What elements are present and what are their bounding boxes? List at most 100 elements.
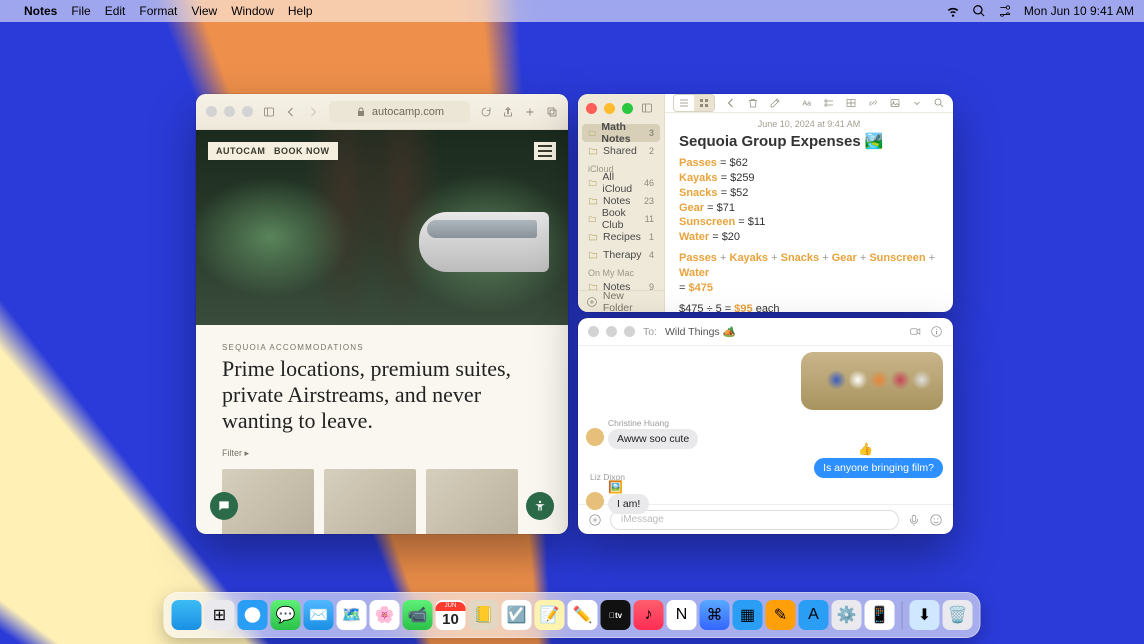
thumb-image[interactable] [426,469,518,534]
dock-maps[interactable]: 🗺️ [337,600,367,630]
back-icon[interactable] [285,106,297,118]
media-icon[interactable] [889,97,901,109]
close-button[interactable] [586,103,597,114]
expense-line[interactable]: Sunscreen = $11 [679,215,939,230]
menu-edit[interactable]: Edit [105,4,126,18]
expense-line[interactable]: Passes = $62 [679,156,939,171]
message-thread[interactable]: Christine Huang Awww soo cute 👍 Is anyon… [578,346,953,504]
zoom-button[interactable] [624,326,635,337]
facetime-icon[interactable] [909,325,922,338]
menu-file[interactable]: File [71,4,90,18]
dock-notes[interactable]: 📝 [535,600,565,630]
dock-tv[interactable]: tv [601,600,631,630]
avatar[interactable] [586,428,604,446]
dock-freeform[interactable]: ✏️ [568,600,598,630]
note-title[interactable]: Sequoia Group Expenses 🏞️ [679,132,939,150]
more-icon[interactable] [911,97,923,109]
close-button[interactable] [206,106,217,117]
dock-appstore[interactable]: A [799,600,829,630]
hamburger-menu[interactable] [534,142,556,160]
folder-row[interactable]: Math Notes3 [582,124,660,142]
thumb-image[interactable] [324,469,416,534]
tapback-thumbs-up[interactable]: 👍 [858,442,873,456]
search-icon[interactable] [972,4,986,18]
folder-row[interactable]: Recipes1 [582,228,660,246]
dock-music[interactable]: ♪ [634,600,664,630]
per-head[interactable]: $475 ÷ 5 = $95 each [679,302,939,312]
zoom-button[interactable] [622,103,633,114]
share-icon[interactable] [502,106,514,118]
dock-contacts[interactable]: 📒 [469,600,499,630]
dock-reminders[interactable]: ☑️ [502,600,532,630]
expense-line[interactable]: Gear = $71 [679,201,939,216]
dock-settings[interactable]: ⚙️ [832,600,862,630]
wifi-icon[interactable] [946,4,960,18]
format-icon[interactable]: Aa [801,97,813,109]
folder-row[interactable]: Notes9 [582,278,660,290]
message-bubble[interactable]: Is anyone bringing film? [814,458,943,478]
dock-pages[interactable]: ✎ [766,600,796,630]
folder-row[interactable]: All iCloud46 [582,174,660,192]
dock-news[interactable]: N [667,600,697,630]
dock-iphone[interactable]: 📱 [865,600,895,630]
book-now-button[interactable]: BOOK NOW [266,142,338,160]
menubar-clock[interactable]: Mon Jun 10 9:41 AM [1024,4,1134,18]
dock-trash[interactable]: 🗑️ [943,600,973,630]
avatar[interactable] [586,492,604,510]
dock-facetime[interactable]: 📹 [403,600,433,630]
view-list-icon[interactable] [674,95,694,111]
to-value[interactable]: Wild Things 🏕️ [665,325,736,338]
expense-line[interactable]: Kayaks = $259 [679,171,939,186]
control-center-icon[interactable] [998,4,1012,18]
folder-row[interactable]: Book Club11 [582,210,660,228]
photo-attachment[interactable] [801,352,943,410]
forward-icon[interactable] [307,106,319,118]
sticker[interactable]: 🖼️ [608,480,624,492]
view-grid-icon[interactable] [694,95,714,111]
reload-icon[interactable] [480,106,492,118]
link-icon[interactable] [867,97,879,109]
menu-format[interactable]: Format [139,4,177,18]
message-bubble[interactable]: I am! [608,494,649,514]
dock-launchpad[interactable]: ⊞ [205,600,235,630]
table-icon[interactable] [845,97,857,109]
dock-photos[interactable]: 🌸 [370,600,400,630]
dock-messages[interactable]: 💬 [271,600,301,630]
message-bubble[interactable]: Awww soo cute [608,429,698,449]
emoji-icon[interactable] [929,513,943,527]
accessibility-fab[interactable] [526,492,554,520]
dock-calendar[interactable]: JUN10 [436,600,466,630]
filter-link[interactable]: Filter ▸ [222,448,542,459]
dictate-icon[interactable] [907,513,921,527]
sum-expression[interactable]: Passes + Kayaks + Snacks + Gear + Sunscr… [679,251,939,281]
search-icon[interactable] [933,97,945,109]
minimize-button[interactable] [606,326,617,337]
dock-keynote[interactable]: ▦ [733,600,763,630]
menubar-app-name[interactable]: Notes [24,4,57,18]
minimize-button[interactable] [224,106,235,117]
dock-safari[interactable] [238,600,268,630]
chat-fab[interactable] [210,492,238,520]
sum-total[interactable]: = $475 [679,281,939,296]
folder-row[interactable]: Therapy4 [582,246,660,264]
dock-downloads[interactable]: ⬇︎ [910,600,940,630]
sidebar-toggle-icon[interactable] [641,102,653,114]
tabs-icon[interactable] [546,106,558,118]
close-button[interactable] [588,326,599,337]
expense-line[interactable]: Water = $20 [679,230,939,245]
compose-input[interactable]: iMessage [610,510,899,530]
new-tab-icon[interactable] [524,106,536,118]
menu-view[interactable]: View [191,4,217,18]
menu-help[interactable]: Help [288,4,313,18]
new-folder-button[interactable]: New Folder [578,290,664,312]
compose-icon[interactable] [769,97,781,109]
zoom-button[interactable] [242,106,253,117]
checklist-icon[interactable] [823,97,835,109]
expense-line[interactable]: Snacks = $52 [679,186,939,201]
dock-shortcuts[interactable]: ⌘ [700,600,730,630]
minimize-button[interactable] [604,103,615,114]
dock-mail[interactable]: ✉️ [304,600,334,630]
trash-icon[interactable] [747,97,759,109]
back-icon[interactable] [725,97,737,109]
dock-finder[interactable] [172,600,202,630]
